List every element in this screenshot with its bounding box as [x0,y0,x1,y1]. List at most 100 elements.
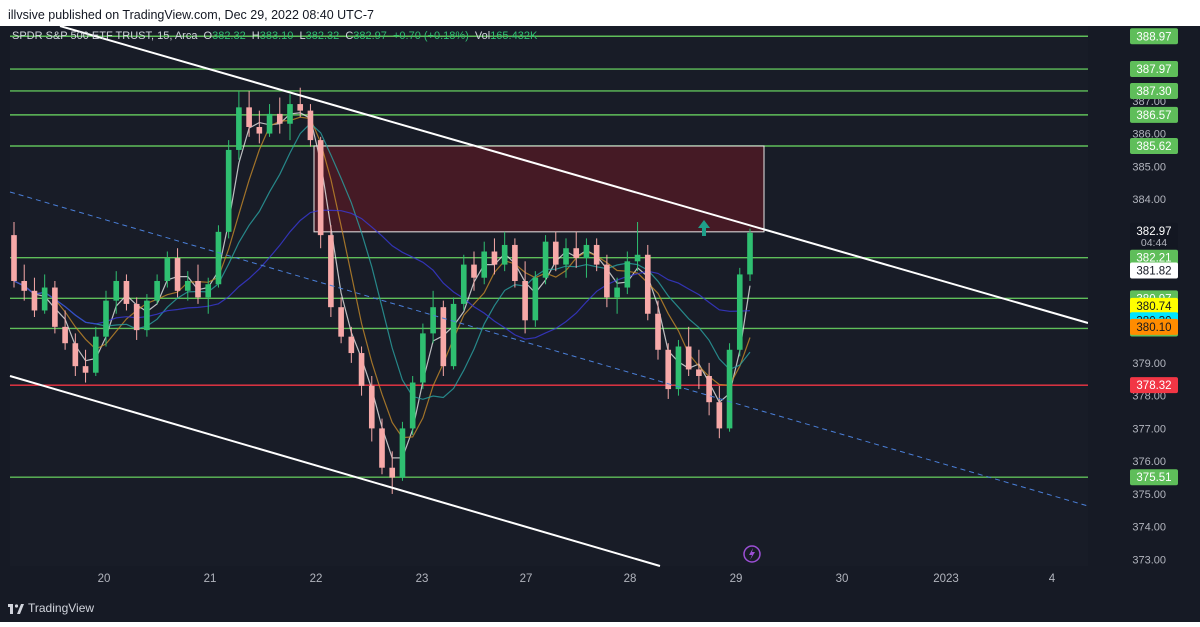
candle-body [747,232,753,275]
time-axis-background [0,592,1200,622]
indicator-price-tag: 381.82 [1136,265,1171,277]
candle-body [195,280,201,298]
candle-body [716,402,723,429]
candle-body [512,244,518,281]
candle-body [542,241,549,278]
candle-body [563,248,569,265]
candle-body [317,140,324,236]
candle-body [348,336,355,354]
candle-body [379,428,385,468]
candle-body [144,300,150,331]
countdown-label: 04:44 [1141,237,1167,249]
resistance-zone [313,145,765,233]
candle-body [328,235,334,308]
price-tick-label: 375.00 [1132,489,1166,501]
level-price-tag: 387.97 [1136,64,1171,76]
candle-body [522,280,528,321]
high-value: 383.10 [259,30,294,42]
candle-body [92,336,99,373]
time-tick-label: 28 [624,573,637,585]
candle-body [154,280,160,301]
candle-body [184,280,191,291]
candle-body [604,264,610,298]
footer-brand[interactable]: TradingView [8,598,94,618]
candle-body [133,303,140,331]
candle-body [706,375,712,403]
price-tick-label: 384.00 [1132,194,1166,206]
low-label: L [299,30,306,42]
candle-body [471,264,477,278]
candle-body [501,244,508,265]
candle-body [276,113,283,124]
resistance-zone-box [313,145,765,233]
time-tick-label: 21 [204,573,217,585]
candle-body [307,110,314,141]
candle-body [675,346,682,390]
candle-body [481,251,488,278]
close-value: 382.97 [353,30,387,42]
time-tick-label: 23 [416,573,429,585]
open-value: 382.32 [212,30,246,42]
price-tick-label: 385.00 [1132,161,1166,173]
candle-body [685,346,692,370]
candle-body [532,277,539,321]
symbol-name: SPDR S&P 500 ETF TRUST, 15, Arca [12,30,198,42]
candle-body [614,287,620,298]
candle-body [624,261,631,288]
candle-body [420,333,426,383]
candle-body [266,113,273,134]
open-label: O [203,30,213,42]
price-tick-label: 374.00 [1132,522,1166,534]
candle-body [368,385,375,429]
level-price-tag: 388.97 [1136,31,1171,43]
level-price-tag: 385.62 [1136,141,1171,153]
plot-area [10,26,1088,566]
candle-body [164,258,171,281]
candle-body [399,428,406,478]
candlestick-chart[interactable]: USD388.00387.00386.00385.00384.00383.003… [0,25,1200,622]
candle-body [225,149,232,232]
time-tick-label: 27 [520,573,533,585]
indicator-price-tag: 380.10 [1136,322,1171,334]
brand-label: TradingView [28,601,95,615]
candle-body [215,231,222,285]
price-tick-label: 379.00 [1132,358,1166,370]
candle-body [113,280,120,301]
level-price-tag: 375.51 [1136,472,1171,484]
candle-body [440,307,447,367]
candle-body [21,280,28,291]
candle-body [256,127,263,134]
time-tick-label: 29 [730,573,743,585]
candle-body [389,467,396,478]
time-tick-label: 22 [310,573,323,585]
low-value: 382.32 [305,30,340,42]
candle-body [430,307,436,334]
time-tick-label: 4 [1049,573,1056,585]
candle-body [358,353,365,386]
symbol-bar: SPDR S&P 500 ETF TRUST, 15, Arca O382.32… [12,30,540,42]
candle-body [297,104,304,111]
level-price-tag: 386.57 [1136,110,1171,122]
candle-body [696,369,702,376]
candle-body [11,235,17,281]
candle-body [726,349,733,429]
price-tick-label: 376.00 [1132,456,1166,468]
price-tick-label: 373.00 [1132,554,1166,566]
time-tick-label: 20 [98,573,111,585]
candle-body [123,280,130,304]
candle-body [205,284,212,298]
chart-frame[interactable]: USD388.00387.00386.00385.00384.00383.003… [0,25,1200,622]
candle-body [52,287,58,327]
candle-body [736,274,743,350]
tradingview-logo-icon [8,603,24,614]
price-tick-label: 377.00 [1132,423,1166,435]
candle-body [409,382,416,429]
volume-label: Vol [474,30,491,42]
high-label: H [251,30,260,42]
volume-value: 165.432K [490,30,538,42]
candle-body [593,244,600,265]
candle-body [644,254,651,314]
candle-body [174,258,181,291]
candle-body [103,300,109,337]
candle-body [460,264,467,304]
